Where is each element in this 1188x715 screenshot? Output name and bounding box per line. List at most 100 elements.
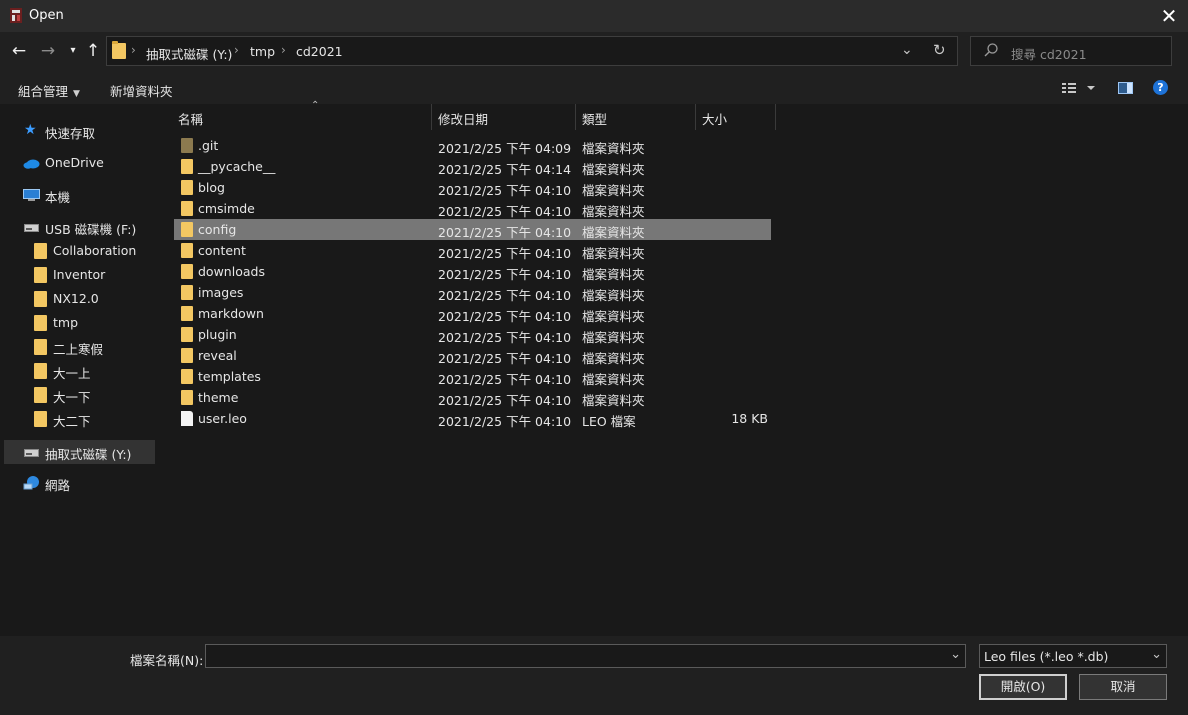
address-dropdown-chevron-icon[interactable]: ⌄ (901, 42, 913, 58)
file-row[interactable]: .git 2021/2/25 下午 04:09 檔案資料夾 (174, 135, 771, 156)
close-icon[interactable]: ✕ (1156, 4, 1182, 28)
organize-label: 組合管理 (18, 84, 69, 99)
folder-icon (34, 267, 47, 283)
sidebar-item-label: 大一上 (53, 366, 91, 381)
back-arrow-icon[interactable]: ← (9, 40, 29, 62)
sidebar-item-label: 大二下 (53, 414, 91, 429)
search-icon (984, 43, 998, 57)
open-button[interactable]: 開啟(O) (979, 674, 1067, 700)
breadcrumb-cd2021[interactable]: cd2021 (296, 44, 343, 59)
sidebar-item-label: 本機 (45, 190, 71, 205)
sidebar-item-inventor[interactable]: Inventor (0, 263, 158, 287)
sidebar-item-usb-drive[interactable]: USB 磁碟機 (F:) (0, 215, 158, 239)
file-date: 2021/2/25 下午 04:10 (438, 309, 572, 324)
folder-icon (181, 243, 193, 258)
sidebar-item-this-pc[interactable]: 本機 (0, 183, 158, 207)
filename-input[interactable] (206, 645, 946, 667)
column-divider[interactable] (775, 104, 776, 130)
folder-icon (181, 306, 193, 321)
file-type: 檔案資料夾 (582, 288, 645, 303)
filename-dropdown-chevron-icon[interactable]: ⌄ (950, 647, 961, 662)
file-name: cmsimde (198, 201, 255, 216)
file-name: user.leo (198, 411, 247, 426)
file-date: 2021/2/25 下午 04:10 (438, 414, 572, 429)
drive-icon (24, 224, 39, 232)
sidebar-item-freshman-2[interactable]: 大一下 (0, 383, 158, 407)
file-row[interactable]: templates 2021/2/25 下午 04:10 檔案資料夾 (174, 366, 771, 387)
file-date: 2021/2/25 下午 04:14 (438, 162, 572, 177)
preview-pane-icon[interactable] (1118, 82, 1133, 94)
new-folder-button[interactable]: 新增資料夾 (110, 81, 173, 100)
column-header-label: 名稱 (178, 112, 204, 127)
address-bar[interactable]: › 抽取式磁碟 (Y:) › tmp › cd2021 ⌄ ↻ (106, 36, 958, 66)
sidebar-item-freshman-1[interactable]: 大一上 (0, 359, 158, 383)
file-row-selected[interactable]: config 2021/2/25 下午 04:10 檔案資料夾 (174, 219, 771, 240)
sidebar-item-sophomore-2[interactable]: 大二下 (0, 407, 158, 431)
folder-icon (181, 285, 193, 300)
file-row[interactable]: cmsimde 2021/2/25 下午 04:10 檔案資料夾 (174, 198, 771, 219)
breadcrumb-drive[interactable]: 抽取式磁碟 (Y:) (146, 44, 232, 63)
sidebar-item-nx12[interactable]: NX12.0 (0, 287, 158, 311)
file-type: 檔案資料夾 (582, 309, 645, 324)
cancel-button[interactable]: 取消 (1079, 674, 1167, 700)
organize-button[interactable]: 組合管理 ▼ (18, 81, 80, 100)
sidebar-item-label: 抽取式磁碟 (Y:) (45, 447, 132, 462)
file-row[interactable]: theme 2021/2/25 下午 04:10 檔案資料夾 (174, 387, 771, 408)
dialog-footer: 檔案名稱(N): ⌄ Leo files (*.leo *.db) ⌄ 開啟(O… (0, 636, 1188, 715)
file-row[interactable]: plugin 2021/2/25 下午 04:10 檔案資料夾 (174, 324, 771, 345)
file-row[interactable]: downloads 2021/2/25 下午 04:10 檔案資料夾 (174, 261, 771, 282)
sidebar-item-network[interactable]: 網路 (0, 471, 158, 495)
window-title: Open (29, 8, 64, 23)
sidebar-item-quick-access[interactable]: ★ 快速存取 (0, 119, 158, 143)
sidebar-item-label: Inventor (53, 267, 106, 282)
file-type: 檔案資料夾 (582, 330, 645, 345)
column-header-name[interactable]: ⌃ 名稱 (172, 100, 432, 130)
sidebar-item-removable-drive[interactable]: 抽取式磁碟 (Y:) (4, 440, 155, 464)
filename-field[interactable]: ⌄ (205, 644, 966, 668)
folder-icon (34, 243, 47, 259)
sidebar-item-winter-break[interactable]: 二上寒假 (0, 335, 158, 359)
file-row[interactable]: content 2021/2/25 下午 04:10 檔案資料夾 (174, 240, 771, 261)
file-row[interactable]: blog 2021/2/25 下午 04:10 檔案資料夾 (174, 177, 771, 198)
sidebar-item-label: 二上寒假 (53, 342, 104, 357)
folder-icon (181, 180, 193, 195)
file-row[interactable]: __pycache__ 2021/2/25 下午 04:14 檔案資料夾 (174, 156, 771, 177)
file-row[interactable]: user.leo 2021/2/25 下午 04:10 LEO 檔案 18 KB (174, 408, 771, 429)
folder-icon (181, 201, 193, 216)
breadcrumb-chevron-icon: › (234, 43, 239, 57)
sidebar-item-collaboration[interactable]: Collaboration (0, 239, 158, 263)
sidebar-item-label: NX12.0 (53, 291, 99, 306)
column-header-label: 修改日期 (438, 112, 489, 127)
file-type: 檔案資料夾 (582, 351, 645, 366)
sidebar-item-label: tmp (53, 315, 79, 330)
cloud-icon (23, 159, 40, 169)
file-row[interactable]: markdown 2021/2/25 下午 04:10 檔案資料夾 (174, 303, 771, 324)
sidebar-item-label: Collaboration (53, 243, 137, 258)
forward-arrow-icon[interactable]: → (38, 40, 58, 62)
folder-icon (181, 390, 193, 405)
recent-locations-chevron-icon[interactable]: ▾ (63, 40, 83, 62)
folder-icon (181, 369, 193, 384)
file-date: 2021/2/25 下午 04:10 (438, 204, 572, 219)
search-placeholder: 搜尋 cd2021 (1011, 47, 1087, 62)
file-row[interactable]: reveal 2021/2/25 下午 04:10 檔案資料夾 (174, 345, 771, 366)
refresh-icon[interactable]: ↻ (933, 41, 946, 59)
sidebar-item-tmp[interactable]: tmp (0, 311, 158, 335)
folder-icon (34, 387, 47, 403)
column-header-date[interactable]: 修改日期 (432, 104, 576, 130)
breadcrumb-chevron-icon: › (281, 43, 286, 57)
up-arrow-icon[interactable]: ↑ (83, 40, 103, 62)
folder-icon (181, 264, 193, 279)
column-header-size[interactable]: 大小 (696, 104, 776, 130)
column-header-type[interactable]: 類型 (576, 104, 696, 130)
view-options-icon[interactable] (1062, 82, 1098, 94)
sidebar-item-onedrive[interactable]: OneDrive (0, 151, 158, 175)
leo-app-icon (10, 8, 22, 23)
help-icon[interactable]: ? (1153, 80, 1168, 95)
file-row[interactable]: images 2021/2/25 下午 04:10 檔案資料夾 (174, 282, 771, 303)
chevron-down-icon: ⌄ (1151, 647, 1162, 662)
file-type: LEO 檔案 (582, 414, 636, 429)
breadcrumb-tmp[interactable]: tmp (250, 44, 275, 59)
file-type-filter[interactable]: Leo files (*.leo *.db) ⌄ (979, 644, 1167, 668)
search-box[interactable]: 搜尋 cd2021 (970, 36, 1172, 66)
